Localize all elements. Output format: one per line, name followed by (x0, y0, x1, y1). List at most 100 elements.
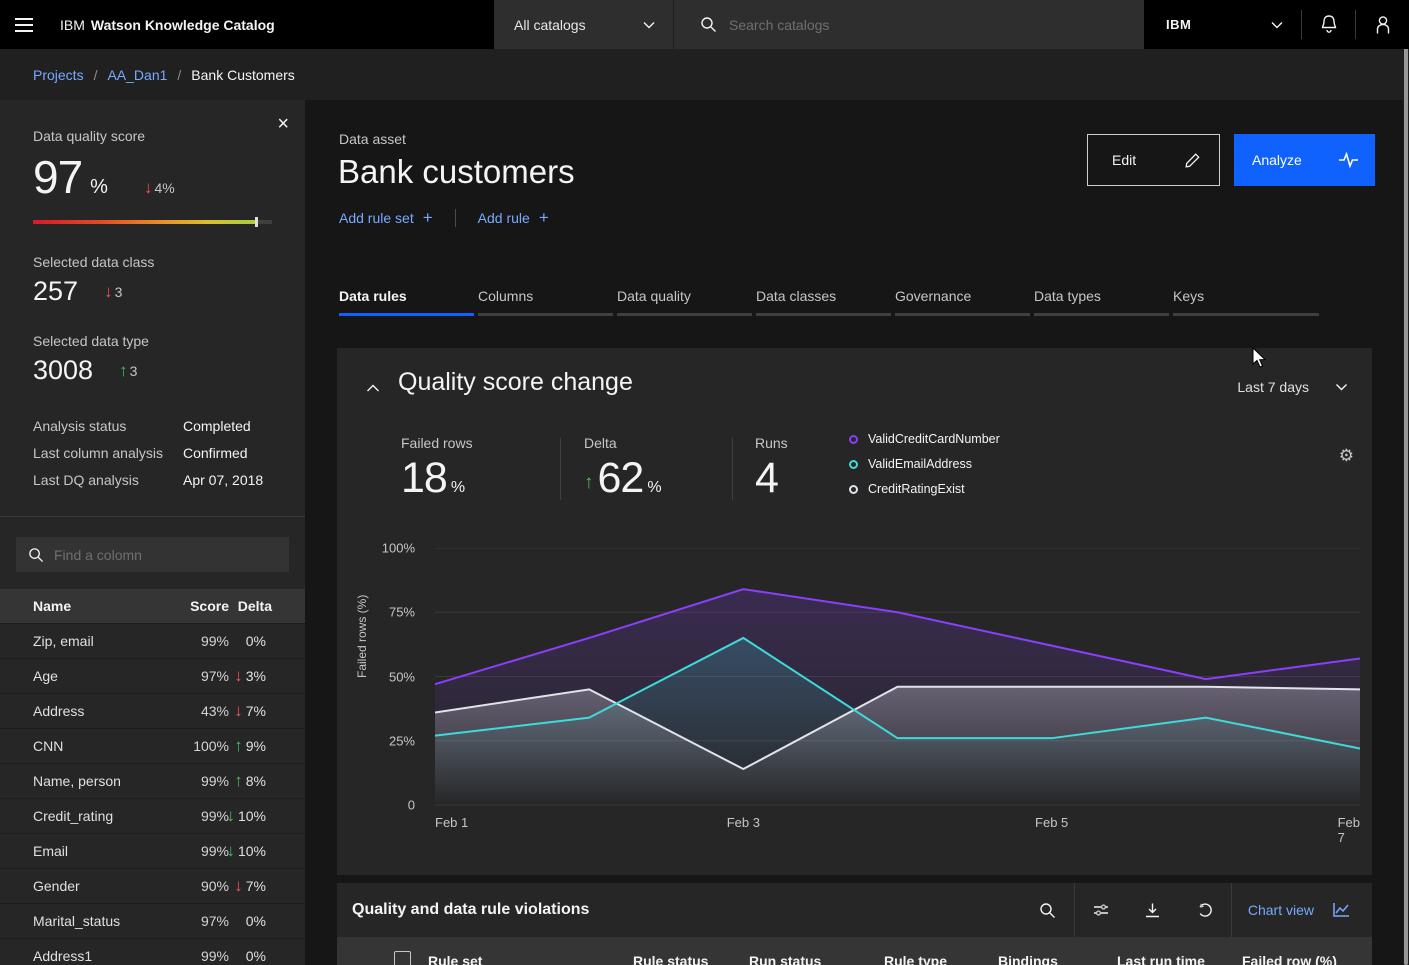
tab-governance[interactable]: Governance (895, 281, 1034, 316)
table-row[interactable]: Email99%↓10% (0, 833, 305, 868)
arrow-up-icon: ↑ (584, 472, 594, 494)
chevron-down-icon (1271, 21, 1283, 29)
add-rule-link[interactable]: Add rule + (478, 208, 549, 228)
data-type-delta: ↑ 3 (119, 361, 137, 381)
filter-icon[interactable] (1075, 883, 1127, 937)
close-icon[interactable]: × (277, 114, 289, 134)
chart-title: Quality score change (398, 368, 633, 397)
breadcrumb-link-projects[interactable]: Projects (33, 67, 84, 83)
analysis-status-list: Analysis status Completed Last column an… (33, 418, 285, 488)
menu-icon[interactable] (0, 0, 48, 49)
chevron-down-icon (643, 21, 655, 29)
arrow-down-icon: ↓ (234, 876, 243, 896)
gear-icon[interactable]: ⚙ (1339, 446, 1354, 466)
time-range-selector[interactable]: Last 7 days (1237, 379, 1348, 395)
column-name: Marital_status (33, 913, 165, 929)
quality-score-delta: ↓ 4% (144, 178, 175, 198)
user-icon (1373, 14, 1393, 35)
column-score: 43% (165, 703, 229, 719)
arrow-up-icon: ↑ (119, 361, 128, 381)
asset-eyebrow: Data asset (339, 131, 406, 147)
status-value: Apr 07, 2018 (183, 472, 285, 488)
download-icon[interactable] (1127, 883, 1179, 937)
arrow-down-icon: ↓ (226, 806, 235, 826)
table-row[interactable]: CNN100%↑9% (0, 728, 305, 763)
arrow-down-icon: ↓ (226, 841, 235, 861)
tab-data-rules[interactable]: Data rules (339, 281, 478, 316)
tab-columns[interactable]: Columns (478, 281, 617, 316)
legend-item[interactable]: CreditRatingExist (849, 482, 1000, 496)
legend-dot-icon (849, 485, 858, 494)
find-column-input[interactable] (54, 547, 254, 563)
tab-data-quality[interactable]: Data quality (617, 281, 756, 316)
search-icon[interactable] (1022, 883, 1074, 937)
x-tick: Feb 1 (435, 815, 468, 830)
select-all-checkbox[interactable] (394, 951, 411, 965)
legend-item[interactable]: ValidEmailAddress (849, 457, 1000, 471)
column-score: 97% (165, 913, 229, 929)
violations-header-last-run-time: Last run time (1117, 953, 1205, 965)
tab-data-types[interactable]: Data types (1034, 281, 1173, 316)
column-score: 99% (165, 808, 229, 824)
search-input[interactable] (729, 17, 1089, 33)
account-selector[interactable]: IBM (1144, 0, 1301, 49)
arrow-up-icon: ↑ (234, 771, 243, 791)
table-row[interactable]: Marital_status97%0% (0, 903, 305, 938)
violations-header-rule-status: Rule status (633, 953, 708, 965)
legend-item[interactable]: ValidCreditCardNumber (849, 432, 1000, 446)
search-icon (28, 547, 44, 563)
account-label: IBM (1166, 17, 1191, 32)
analyze-button[interactable]: Analyze (1234, 134, 1375, 186)
header-name: Name (33, 598, 165, 614)
catalog-selector[interactable]: All catalogs (494, 0, 674, 49)
data-type-value: 3008 ↑ 3 (33, 355, 285, 386)
scrollbar-track[interactable] (1403, 0, 1409, 965)
column-delta: ↓10% (229, 806, 305, 826)
data-quality-sidebar: × Data quality score 97% ↓ 4% Selected d… (0, 100, 305, 965)
column-delta: ↑8% (229, 771, 305, 791)
bell-icon (1319, 14, 1339, 35)
scrollbar-thumb[interactable] (1404, 0, 1408, 965)
divider (0, 516, 305, 517)
gradient-marker (255, 217, 258, 227)
line-chart (435, 548, 1360, 810)
table-row[interactable]: Address43%↓7% (0, 693, 305, 728)
column-score-table-body: Zip, email99%0%Age97%↓3%Address43%↓7%CNN… (0, 623, 305, 965)
tab-data-classes[interactable]: Data classes (756, 281, 895, 316)
brand-prefix: IBM (60, 17, 85, 33)
chart-view-toggle[interactable]: Chart view (1232, 883, 1372, 937)
y-tick: 75% (355, 605, 415, 620)
table-row[interactable]: Credit_rating99%↓10% (0, 798, 305, 833)
profile-button[interactable] (1356, 0, 1409, 49)
app-brand: IBM Watson Knowledge Catalog (48, 0, 275, 49)
stat-failed-rows: Failed rows 18 % (401, 435, 473, 503)
column-delta: ↑9% (229, 736, 305, 756)
table-row[interactable]: Name, person99%↑8% (0, 763, 305, 798)
legend-dot-icon (849, 435, 858, 444)
gradient-fill (33, 220, 255, 224)
collapse-icon[interactable] (361, 376, 385, 400)
arrow-down-icon: ↓ (144, 178, 153, 198)
table-row[interactable]: Address199%0% (0, 938, 305, 965)
status-value: Confirmed (183, 445, 285, 461)
chevron-down-icon (1335, 383, 1348, 391)
catalog-search (674, 0, 1147, 49)
add-rule-set-link[interactable]: Add rule set + (339, 208, 433, 228)
divider (455, 209, 456, 227)
notifications-button[interactable] (1302, 0, 1355, 49)
table-row[interactable]: Gender90%↓7% (0, 868, 305, 903)
page-title: Bank customers (338, 153, 575, 191)
violations-header-run-status: Run status (749, 953, 821, 965)
column-name: Address (33, 703, 165, 719)
tab-keys[interactable]: Keys (1173, 281, 1323, 316)
reset-icon[interactable] (1179, 883, 1231, 937)
table-row[interactable]: Age97%↓3% (0, 658, 305, 693)
table-row[interactable]: Zip, email99%0% (0, 623, 305, 658)
app-window: IBM Watson Knowledge Catalog All catalog… (0, 0, 1409, 965)
quality-gradient-bar (33, 220, 272, 224)
legend-dot-icon (849, 460, 858, 469)
breadcrumb-link-project[interactable]: AA_Dan1 (107, 67, 167, 83)
edit-button[interactable]: Edit (1087, 134, 1220, 186)
divider (560, 438, 561, 500)
stat-runs: Runs 4 (755, 435, 788, 503)
